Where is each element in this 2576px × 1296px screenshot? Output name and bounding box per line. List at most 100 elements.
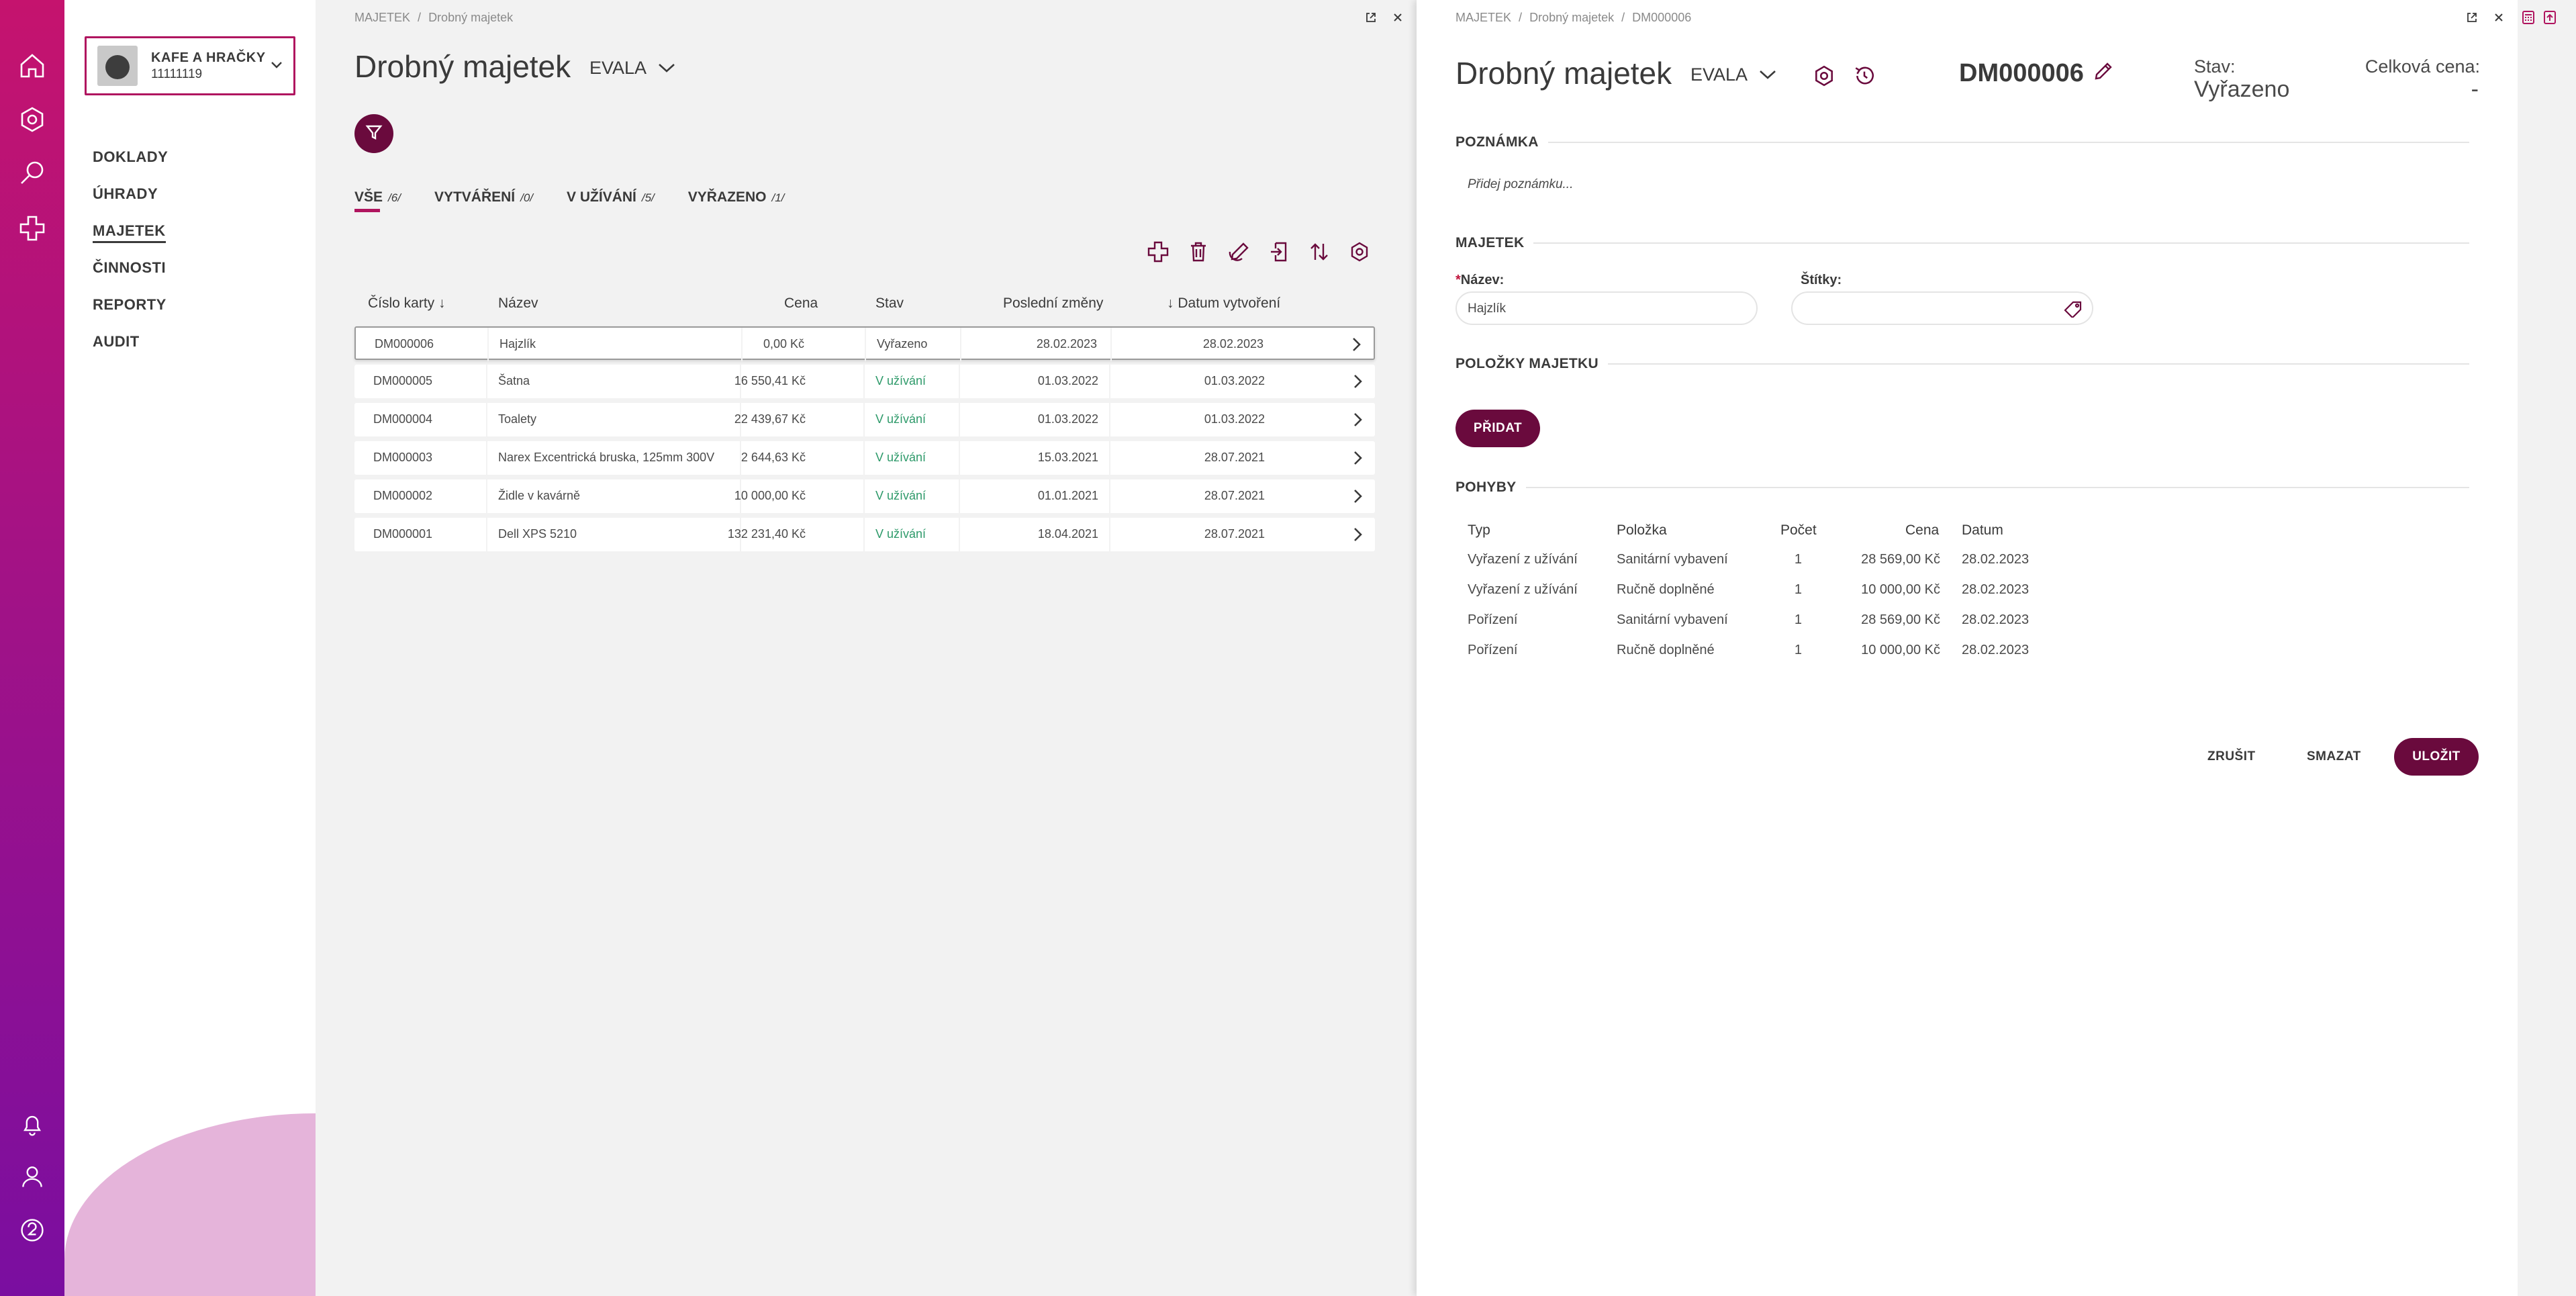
col-nazev[interactable]: Název (498, 295, 538, 312)
chevron-down-icon[interactable] (268, 56, 285, 77)
company-selector[interactable]: KAFE A HRAČKY 11111119 (85, 36, 295, 95)
table-row[interactable]: DM000005 Šatna 16 550,41 Kč V užívání 01.03.… (354, 365, 1375, 398)
cell-separator (959, 518, 960, 551)
chevron-right-icon[interactable] (1349, 411, 1366, 432)
tab-vse[interactable]: VŠE/6/ (354, 189, 401, 212)
sort-icon[interactable] (1306, 239, 1332, 265)
breadcrumb-drobny-majetek[interactable]: Drobný majetek (428, 11, 513, 24)
col-stav[interactable]: Stav (875, 295, 904, 312)
col-datum-vytvoreni[interactable]: ↓ Datum vytvoření (1167, 295, 1280, 312)
section-polozky: POLOŽKY MAJETKU (1456, 356, 2469, 372)
mov-col-pocet: Počet (1780, 522, 1817, 538)
close-icon[interactable] (2491, 9, 2507, 26)
filter-button[interactable] (354, 114, 393, 153)
cell-separator (863, 403, 865, 436)
detail-icons (1813, 64, 1876, 91)
cell-datum: 01.03.2022 (1204, 412, 1265, 426)
cell-separator (486, 518, 487, 551)
cell-separator (865, 328, 866, 361)
add-icon[interactable] (1145, 239, 1171, 265)
chevron-right-icon[interactable] (1349, 488, 1366, 508)
cell-separator (486, 479, 487, 513)
section-title: MAJETEK (1456, 235, 1525, 250)
save-button[interactable]: ULOŽIT (2394, 738, 2479, 776)
delete-button[interactable]: SMAZAT (2307, 749, 2361, 764)
nav-item-majetek[interactable]: MAJETEK (93, 222, 166, 243)
chevron-down-icon (1758, 64, 1777, 85)
nav-item-audit[interactable]: AUDIT (93, 333, 140, 351)
calculator-icon[interactable] (2520, 9, 2536, 26)
gear-icon[interactable] (16, 103, 48, 136)
bell-icon[interactable] (16, 1108, 48, 1140)
cell-datum: 28.02.2023 (1202, 337, 1263, 351)
tab-vyrazeno[interactable]: VYŘAZENO/1/ (688, 189, 785, 212)
evala-dropdown[interactable]: EVALA (589, 58, 676, 79)
chevron-right-icon[interactable] (1349, 373, 1366, 394)
evala-dropdown[interactable]: EVALA (1690, 64, 1777, 85)
asset-code: DM000006 (1959, 59, 2113, 88)
cell-nazev: Hajzlík (499, 337, 536, 351)
help-icon[interactable] (16, 1214, 48, 1246)
nav-item-cinnosti[interactable]: ČINNOSTI (93, 259, 166, 277)
upload-icon[interactable] (2542, 9, 2558, 26)
cell-separator (1109, 365, 1110, 398)
cell-separator (863, 518, 865, 551)
table-row[interactable]: DM000006 Hajzlík 0,00 Kč Vyřazeno 28.02.2023… (354, 326, 1375, 361)
settings-icon[interactable] (1813, 64, 1835, 91)
tags-field[interactable] (1791, 291, 2093, 325)
cell-zmeny: 28.02.2023 (1036, 337, 1097, 351)
pencil-icon[interactable] (2093, 59, 2113, 88)
breadcrumb-majetek[interactable]: MAJETEK (1456, 11, 1511, 24)
cancel-button[interactable]: ZRUŠIT (2207, 749, 2256, 764)
evala-label: EVALA (589, 58, 647, 78)
settings-icon[interactable] (1347, 239, 1372, 265)
chevron-right-icon[interactable] (1349, 449, 1366, 470)
import-icon[interactable] (1266, 239, 1292, 265)
breadcrumb-majetek[interactable]: MAJETEK (354, 11, 410, 24)
table-row[interactable]: DM000002 Židle v kavárně 10 000,00 Kč V uží… (354, 479, 1375, 513)
required-mark: * (1456, 273, 1461, 287)
open-external-icon[interactable] (1363, 9, 1379, 26)
mov-polozka: Ručně doplněné (1617, 582, 1715, 597)
decorative-shape (64, 1113, 316, 1296)
status-value: Vyřazeno (2194, 77, 2290, 102)
edit-check-icon[interactable] (1226, 239, 1251, 265)
nav-item-uhrady[interactable]: ÚHRADY (93, 185, 158, 203)
company-avatar (97, 46, 138, 86)
chevron-right-icon[interactable] (1348, 336, 1364, 357)
history-icon[interactable] (1853, 64, 1876, 91)
note-input[interactable]: Přidej poznámku... (1468, 177, 1573, 192)
navigation-panel: KAFE A HRAČKY 11111119 DOKLADY ÚHRADY MA… (64, 0, 316, 1296)
col-posledni-zmeny[interactable]: Poslední změny (1003, 295, 1103, 312)
tags-label: Štítky: (1801, 273, 1842, 287)
nav-item-doklady[interactable]: DOKLADY (93, 148, 168, 166)
table-row[interactable]: DM000001 Dell XPS 5210 132 231,40 Kč V užív… (354, 518, 1375, 551)
col-cena[interactable]: Cena (784, 295, 818, 312)
home-icon[interactable] (16, 50, 48, 82)
open-external-icon[interactable] (2464, 9, 2480, 26)
search-icon[interactable] (16, 157, 48, 189)
cell-separator (486, 365, 487, 398)
section-majetek: MAJETEK (1456, 235, 2469, 251)
cell-cena: 0,00 Kč (763, 337, 804, 351)
col-cislo-karty[interactable]: Číslo karty ↓ (368, 295, 446, 312)
breadcrumb-drobny-majetek[interactable]: Drobný majetek (1529, 11, 1614, 24)
name-field[interactable]: Hajzlík (1456, 291, 1758, 325)
plus-icon[interactable] (16, 212, 48, 244)
nav-item-reporty[interactable]: REPORTY (93, 296, 166, 314)
tab-vytvareni[interactable]: VYTVÁŘENÍ/0/ (434, 189, 533, 212)
cell-nazev: Toalety (498, 412, 537, 426)
cell-separator (959, 365, 960, 398)
cell-zmeny: 01.03.2022 (1037, 374, 1098, 387)
chevron-right-icon[interactable] (1349, 526, 1366, 547)
user-icon[interactable] (16, 1160, 48, 1193)
table-row[interactable]: DM000003 Narex Excentrická bruska, 125mm … (354, 441, 1375, 475)
cell-stav: V užívání (875, 527, 926, 541)
trash-icon[interactable] (1186, 239, 1211, 265)
cell-nazev: Šatna (498, 374, 530, 387)
close-icon[interactable] (1390, 9, 1406, 26)
tab-v-uzivani[interactable]: V UŽÍVÁNÍ/5/ (567, 189, 655, 212)
add-item-button[interactable]: PŘIDAT (1456, 410, 1540, 447)
evala-label: EVALA (1690, 64, 1748, 85)
table-row[interactable]: DM000004 Toalety 22 439,67 Kč V užívání 01.0… (354, 403, 1375, 436)
